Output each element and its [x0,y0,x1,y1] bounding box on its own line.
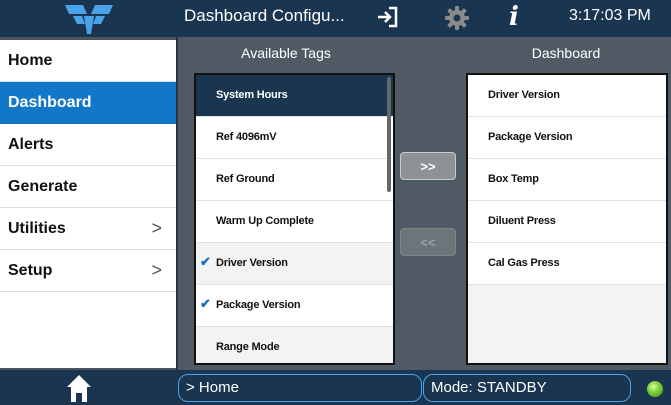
page-title: Dashboard Configu... [184,6,345,25]
gear-icon[interactable] [445,6,469,30]
list-item-label: Cal Gas Press [488,257,560,269]
list-item[interactable]: Package Version [468,117,666,159]
list-item[interactable]: Range Mode [196,327,393,363]
sidebar-item-label: Setup [8,262,53,279]
list-item-label: System Hours [216,89,288,101]
breadcrumb[interactable]: > Home [178,374,422,402]
scrollbar[interactable] [387,77,391,192]
main-content: Available Tags Dashboard System Hours Re… [178,37,671,370]
sidebar-item-alerts[interactable]: Alerts [0,124,176,166]
chevron-right-icon: > [151,260,162,280]
clock: 3:17:03 PM [569,7,651,24]
list-item[interactable]: Ref Ground [196,159,393,201]
list-item-label: Driver Version [488,89,560,101]
available-tags-title: Available Tags [241,45,331,61]
list-item-label: Driver Version [216,257,288,269]
add-to-dashboard-button[interactable]: >> [400,152,456,180]
list-item[interactable]: Box Temp [468,159,666,201]
list-item[interactable]: Warm Up Complete [196,201,393,243]
list-item-label: Range Mode [216,341,280,353]
list-item-label: Diluent Press [488,215,556,227]
list-item-label: Package Version [488,131,573,143]
list-item[interactable]: Cal Gas Press [468,243,666,285]
logo-area [0,0,176,37]
top-bar: Dashboard Configu... i 3:17:03 PM [0,0,671,37]
sidebar-item-label: Home [8,52,53,69]
info-icon[interactable]: i [509,2,519,32]
export-icon[interactable] [376,6,398,28]
checkmark-icon: ✔ [200,296,211,311]
list-item[interactable]: Ref 4096mV [196,117,393,159]
mode-status: Mode: STANDBY [423,374,631,402]
bottom-bar: > Home Mode: STANDBY [0,370,671,405]
list-item[interactable]: Driver Version [468,75,666,117]
sidebar-item-label: Utilities [8,220,66,237]
sidebar: Home Dashboard Alerts Generate Utilities… [0,40,176,368]
teledyne-logo-icon [65,5,113,34]
sidebar-item-utilities[interactable]: Utilities > [0,208,176,250]
checkmark-icon: ✔ [200,254,211,269]
status-led-icon [647,381,663,397]
sidebar-item-label: Alerts [8,136,54,153]
list-empty-area [468,285,666,363]
dashboard-tags-list[interactable]: Driver Version Package Version Box Temp … [466,73,668,365]
list-item-label: Box Temp [488,173,539,185]
sidebar-item-label: Generate [8,178,78,195]
sidebar-item-label: Dashboard [8,94,92,111]
dashboard-title: Dashboard [531,45,601,61]
list-item[interactable]: ✔ Driver Version [196,243,393,285]
remove-from-dashboard-button[interactable]: << [400,228,456,256]
list-item[interactable]: System Hours [196,75,393,117]
sidebar-item-dashboard[interactable]: Dashboard [0,82,176,124]
home-icon[interactable] [66,374,92,402]
chevron-right-icon: > [151,218,162,238]
available-tags-list[interactable]: System Hours Ref 4096mV Ref Ground Warm … [194,73,395,365]
list-item[interactable]: Diluent Press [468,201,666,243]
list-item-label: Ref Ground [216,173,275,185]
sidebar-item-home[interactable]: Home [0,40,176,82]
sidebar-item-generate[interactable]: Generate [0,166,176,208]
list-item-label: Warm Up Complete [216,215,314,227]
list-item[interactable]: ✔ Package Version [196,285,393,327]
sidebar-item-setup[interactable]: Setup > [0,250,176,292]
list-item-label: Ref 4096mV [216,131,277,143]
list-item-label: Package Version [216,299,301,311]
